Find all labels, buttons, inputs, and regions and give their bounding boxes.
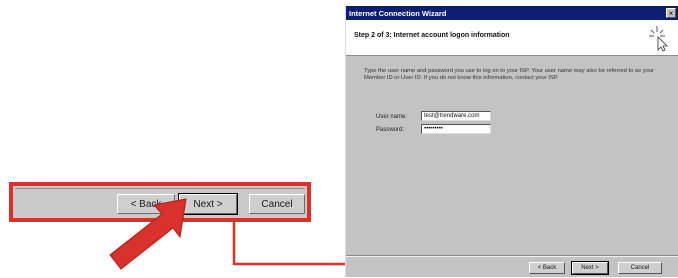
cancel-button[interactable]: Cancel [618,262,662,274]
red-arrow-icon [109,198,187,270]
username-field[interactable]: test@trendware.com [421,111,491,121]
password-label: Password: [376,127,405,133]
step-title: Step 2 of 3: Internet account logon info… [354,32,510,39]
back-button[interactable]: < Back [529,262,565,274]
zoom-cancel-button[interactable]: Cancel [249,194,305,214]
panel-divider [15,188,305,189]
password-field[interactable]: ••••••••• [421,124,491,134]
wizard-sparkle-icon [649,26,668,52]
instructions-text: Type the user name and password you use … [364,68,654,81]
wizard-header: Step 2 of 3: Internet account logon info… [346,20,678,56]
username-label: User name: [376,114,408,120]
window-title-bar: Internet Connection Wizard [346,6,678,20]
window-title: Internet Connection Wizard [349,8,447,18]
close-icon[interactable]: × [666,8,676,18]
next-button[interactable]: Next > [571,261,609,275]
internet-connection-wizard-window: Internet Connection Wizard × Step 2 of 3… [345,6,678,277]
footer-divider-highlight [346,256,678,257]
